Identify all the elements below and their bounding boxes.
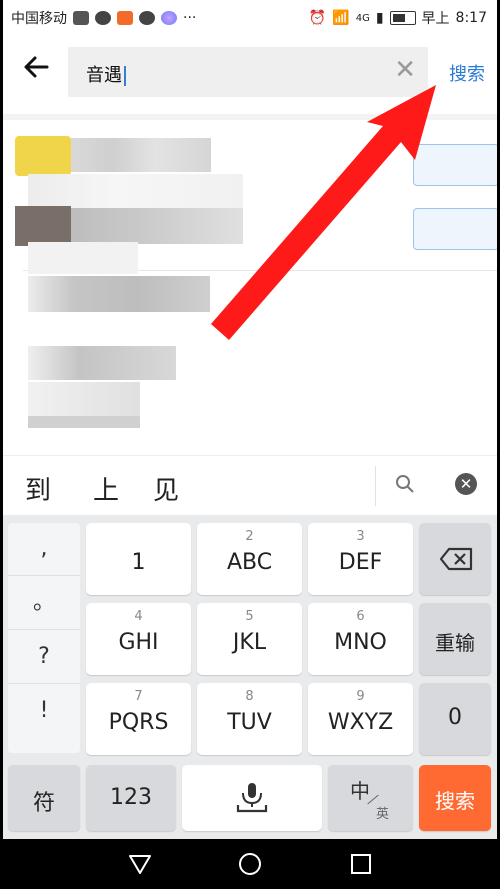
key-label: 0: [448, 705, 462, 730]
key-1[interactable]: 1: [86, 523, 191, 595]
symbol-key[interactable]: 符: [8, 765, 80, 831]
key-number: 9: [356, 689, 365, 704]
key-ghi[interactable]: 4 GHI: [86, 603, 191, 675]
key-label: 123: [110, 785, 152, 810]
punct-key[interactable]: 。: [8, 577, 80, 630]
key-label: MNO: [334, 630, 387, 655]
candidate-word[interactable]: 见: [153, 470, 179, 507]
key-number: 5: [245, 609, 254, 624]
key-number: 3: [356, 529, 365, 544]
key-label: JKL: [232, 630, 267, 655]
key-mno[interactable]: 6 MNO: [308, 603, 413, 675]
navigation-bar: [3, 839, 497, 889]
key-label: GHI: [118, 630, 159, 655]
microphone-icon: [236, 783, 268, 813]
backspace-icon: [439, 547, 473, 571]
triangle-back-icon[interactable]: [127, 851, 153, 877]
key-abc[interactable]: 2 ABC: [197, 523, 302, 595]
circle-home-icon[interactable]: [237, 851, 263, 877]
divider: [375, 466, 376, 506]
search-key[interactable]: 搜索: [419, 765, 491, 831]
number-mode-key[interactable]: 123: [86, 765, 176, 831]
punct-key[interactable]: ,: [8, 523, 80, 576]
key-number: 8: [245, 689, 254, 704]
key-label: WXYZ: [327, 710, 394, 735]
retype-key[interactable]: 重输: [419, 603, 491, 675]
key-label: 重输: [435, 631, 475, 655]
close-circle-icon[interactable]: ✕: [455, 473, 477, 495]
lang-sub-label: 英: [376, 807, 390, 822]
punctuation-column: , 。 ? !: [8, 523, 80, 753]
key-0[interactable]: 0: [419, 683, 491, 755]
key-label: 1: [131, 550, 146, 575]
key-label: 搜索: [435, 789, 475, 813]
key-number: 4: [134, 609, 143, 624]
phone-screen: 中国移动 ··· ⏰ 📶 4G ▮ 早上 8:17 音遇 ✕ 搜索 到 上 见 …: [3, 0, 497, 889]
search-icon[interactable]: [395, 474, 415, 499]
key-label: TUV: [227, 710, 272, 735]
space-voice-key[interactable]: [182, 765, 322, 831]
key-label: 符: [32, 791, 55, 816]
key-label: ABC: [226, 550, 273, 575]
key-number: 2: [245, 529, 254, 544]
backspace-key[interactable]: [419, 523, 491, 595]
ime-candidate-bar: 到 上 见 ✕: [3, 455, 497, 516]
key-number: 6: [356, 609, 365, 624]
language-switch-key[interactable]: 中 英: [328, 765, 413, 831]
key-label: DEF: [338, 550, 383, 575]
square-recent-icon[interactable]: [348, 851, 374, 877]
key-pqrs[interactable]: 7 PQRS: [86, 683, 191, 755]
punct-key[interactable]: ?: [8, 631, 80, 684]
key-wxyz[interactable]: 9 WXYZ: [308, 683, 413, 755]
candidate-word[interactable]: 上: [93, 470, 119, 507]
key-label: PQRS: [108, 710, 169, 735]
lang-main-label: 中: [350, 779, 370, 803]
key-number: 7: [134, 689, 143, 704]
key-def[interactable]: 3 DEF: [308, 523, 413, 595]
keyboard: , 。 ? ! 1 2 ABC 3 DEF 4 GHI 5 JKL 6 MNO …: [3, 515, 497, 839]
key-tuv[interactable]: 8 TUV: [197, 683, 302, 755]
key-jkl[interactable]: 5 JKL: [197, 603, 302, 675]
punct-key[interactable]: !: [8, 685, 80, 737]
candidate-word[interactable]: 到: [25, 470, 51, 507]
